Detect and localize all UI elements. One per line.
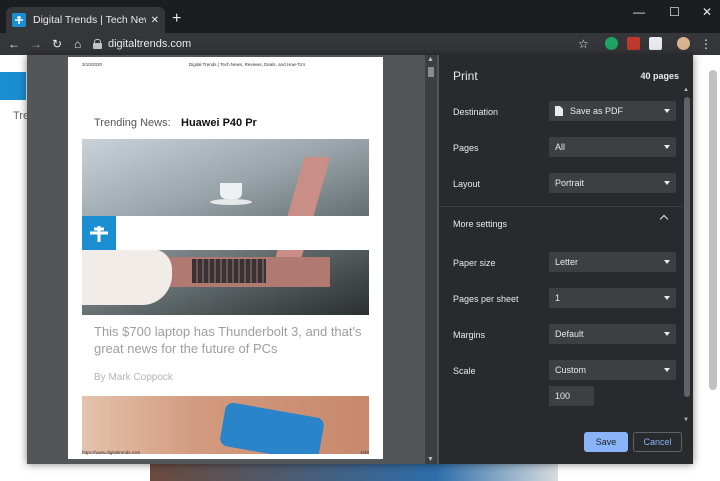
- layout-label: Layout: [453, 179, 481, 189]
- window-close-icon[interactable]: ✕: [702, 5, 712, 19]
- grammarly-extension-icon[interactable]: [605, 37, 618, 50]
- page-scrollbar[interactable]: [706, 55, 720, 481]
- scale-select[interactable]: Custom: [549, 360, 676, 380]
- preview-page: 3/10/2020 Digital Trends | Tech News, Re…: [68, 57, 383, 459]
- phone-article-image: [82, 396, 369, 454]
- chevron-down-icon: [664, 109, 670, 113]
- digital-trends-logo: [0, 72, 26, 100]
- print-title: Print: [453, 69, 478, 83]
- margins-label: Margins: [453, 330, 486, 340]
- tab-title: Digital Trends | Tech News, Reviews, Dea…: [33, 14, 146, 26]
- chevron-down-icon: [664, 332, 670, 336]
- cancel-button[interactable]: Cancel: [633, 432, 682, 452]
- layout-select[interactable]: Portrait: [549, 173, 676, 193]
- forward-icon[interactable]: →: [30, 36, 42, 52]
- destination-label: Destination: [453, 107, 499, 117]
- new-tab-button[interactable]: +: [172, 11, 181, 27]
- chevron-down-icon: [664, 181, 670, 185]
- chevron-down-icon: [664, 296, 670, 300]
- chevron-up-icon: [659, 214, 669, 224]
- minimize-icon[interactable]: —: [633, 5, 645, 19]
- home-icon[interactable]: ⌂: [74, 36, 81, 52]
- pages-select[interactable]: All: [549, 137, 676, 157]
- trending-label: Trending News:: [94, 117, 171, 129]
- avatar[interactable]: [677, 37, 690, 50]
- bookmark-star-icon[interactable]: ☆: [578, 36, 589, 52]
- print-settings-panel: Print 40 pages Destination Save as PDF P…: [439, 55, 693, 464]
- paper-size-select[interactable]: Letter: [549, 252, 676, 272]
- settings-scrollbar[interactable]: ▲ ▼: [683, 87, 691, 423]
- paper-size-label: Paper size: [453, 258, 496, 268]
- preview-header-date: 3/10/2020: [82, 62, 103, 67]
- back-icon[interactable]: ←: [8, 36, 20, 52]
- page-behind-image: [150, 464, 558, 481]
- digital-trends-favicon-icon: [12, 13, 26, 27]
- url-text: digitaltrends.com: [108, 38, 192, 50]
- article-byline: By Mark Coppock: [94, 372, 173, 383]
- pages-per-sheet-select[interactable]: 1: [549, 288, 676, 308]
- print-dialog: 3/10/2020 Digital Trends | Tech News, Re…: [27, 55, 693, 464]
- digital-trends-logo-icon: [82, 216, 116, 250]
- tab-strip: Digital Trends | Tech News, Reviews, Dea…: [0, 0, 720, 33]
- preview-footer-url: https://www.digitaltrends.com: [82, 450, 141, 455]
- pages-per-sheet-label: Pages per sheet: [453, 294, 519, 304]
- document-icon: [555, 106, 563, 116]
- extension-icon[interactable]: [627, 37, 640, 50]
- preview-scrollbar[interactable]: ▲ ▼: [425, 55, 437, 464]
- margins-select[interactable]: Default: [549, 324, 676, 344]
- chevron-down-icon: [664, 368, 670, 372]
- tab-digital-trends[interactable]: Digital Trends | Tech News, Reviews, Dea…: [6, 7, 165, 33]
- preview-header-title: Digital Trends | Tech News, Reviews, Dea…: [189, 62, 306, 67]
- print-preview: 3/10/2020 Digital Trends | Tech News, Re…: [27, 55, 439, 464]
- chevron-down-icon: [664, 260, 670, 264]
- destination-select[interactable]: Save as PDF: [549, 101, 676, 121]
- more-settings-toggle[interactable]: More settings: [439, 207, 683, 237]
- page-count: 40 pages: [640, 71, 679, 81]
- browser-toolbar: ← → ↻ ⌂ digitaltrends.com ☆ ⋮: [0, 33, 720, 55]
- chevron-down-icon: [664, 145, 670, 149]
- pages-label: Pages: [453, 143, 479, 153]
- preview-footer-page: 1/40: [360, 450, 369, 455]
- maximize-icon[interactable]: ☐: [669, 5, 680, 19]
- article-headline: This $700 laptop has Thunderbolt 3, and …: [94, 324, 362, 356]
- scale-label: Scale: [453, 366, 476, 376]
- tab-close-icon[interactable]: ✕: [151, 15, 159, 26]
- more-settings-label: More settings: [453, 219, 508, 229]
- save-button[interactable]: Save: [584, 432, 628, 452]
- trending-story: Huawei P40 Pr: [181, 117, 257, 129]
- address-bar[interactable]: digitaltrends.com: [93, 35, 598, 53]
- reload-icon[interactable]: ↻: [52, 36, 62, 52]
- scale-input[interactable]: [549, 386, 594, 406]
- menu-dots-icon[interactable]: ⋮: [700, 36, 712, 52]
- lock-icon: [93, 39, 102, 49]
- shield-extension-icon[interactable]: [649, 37, 662, 50]
